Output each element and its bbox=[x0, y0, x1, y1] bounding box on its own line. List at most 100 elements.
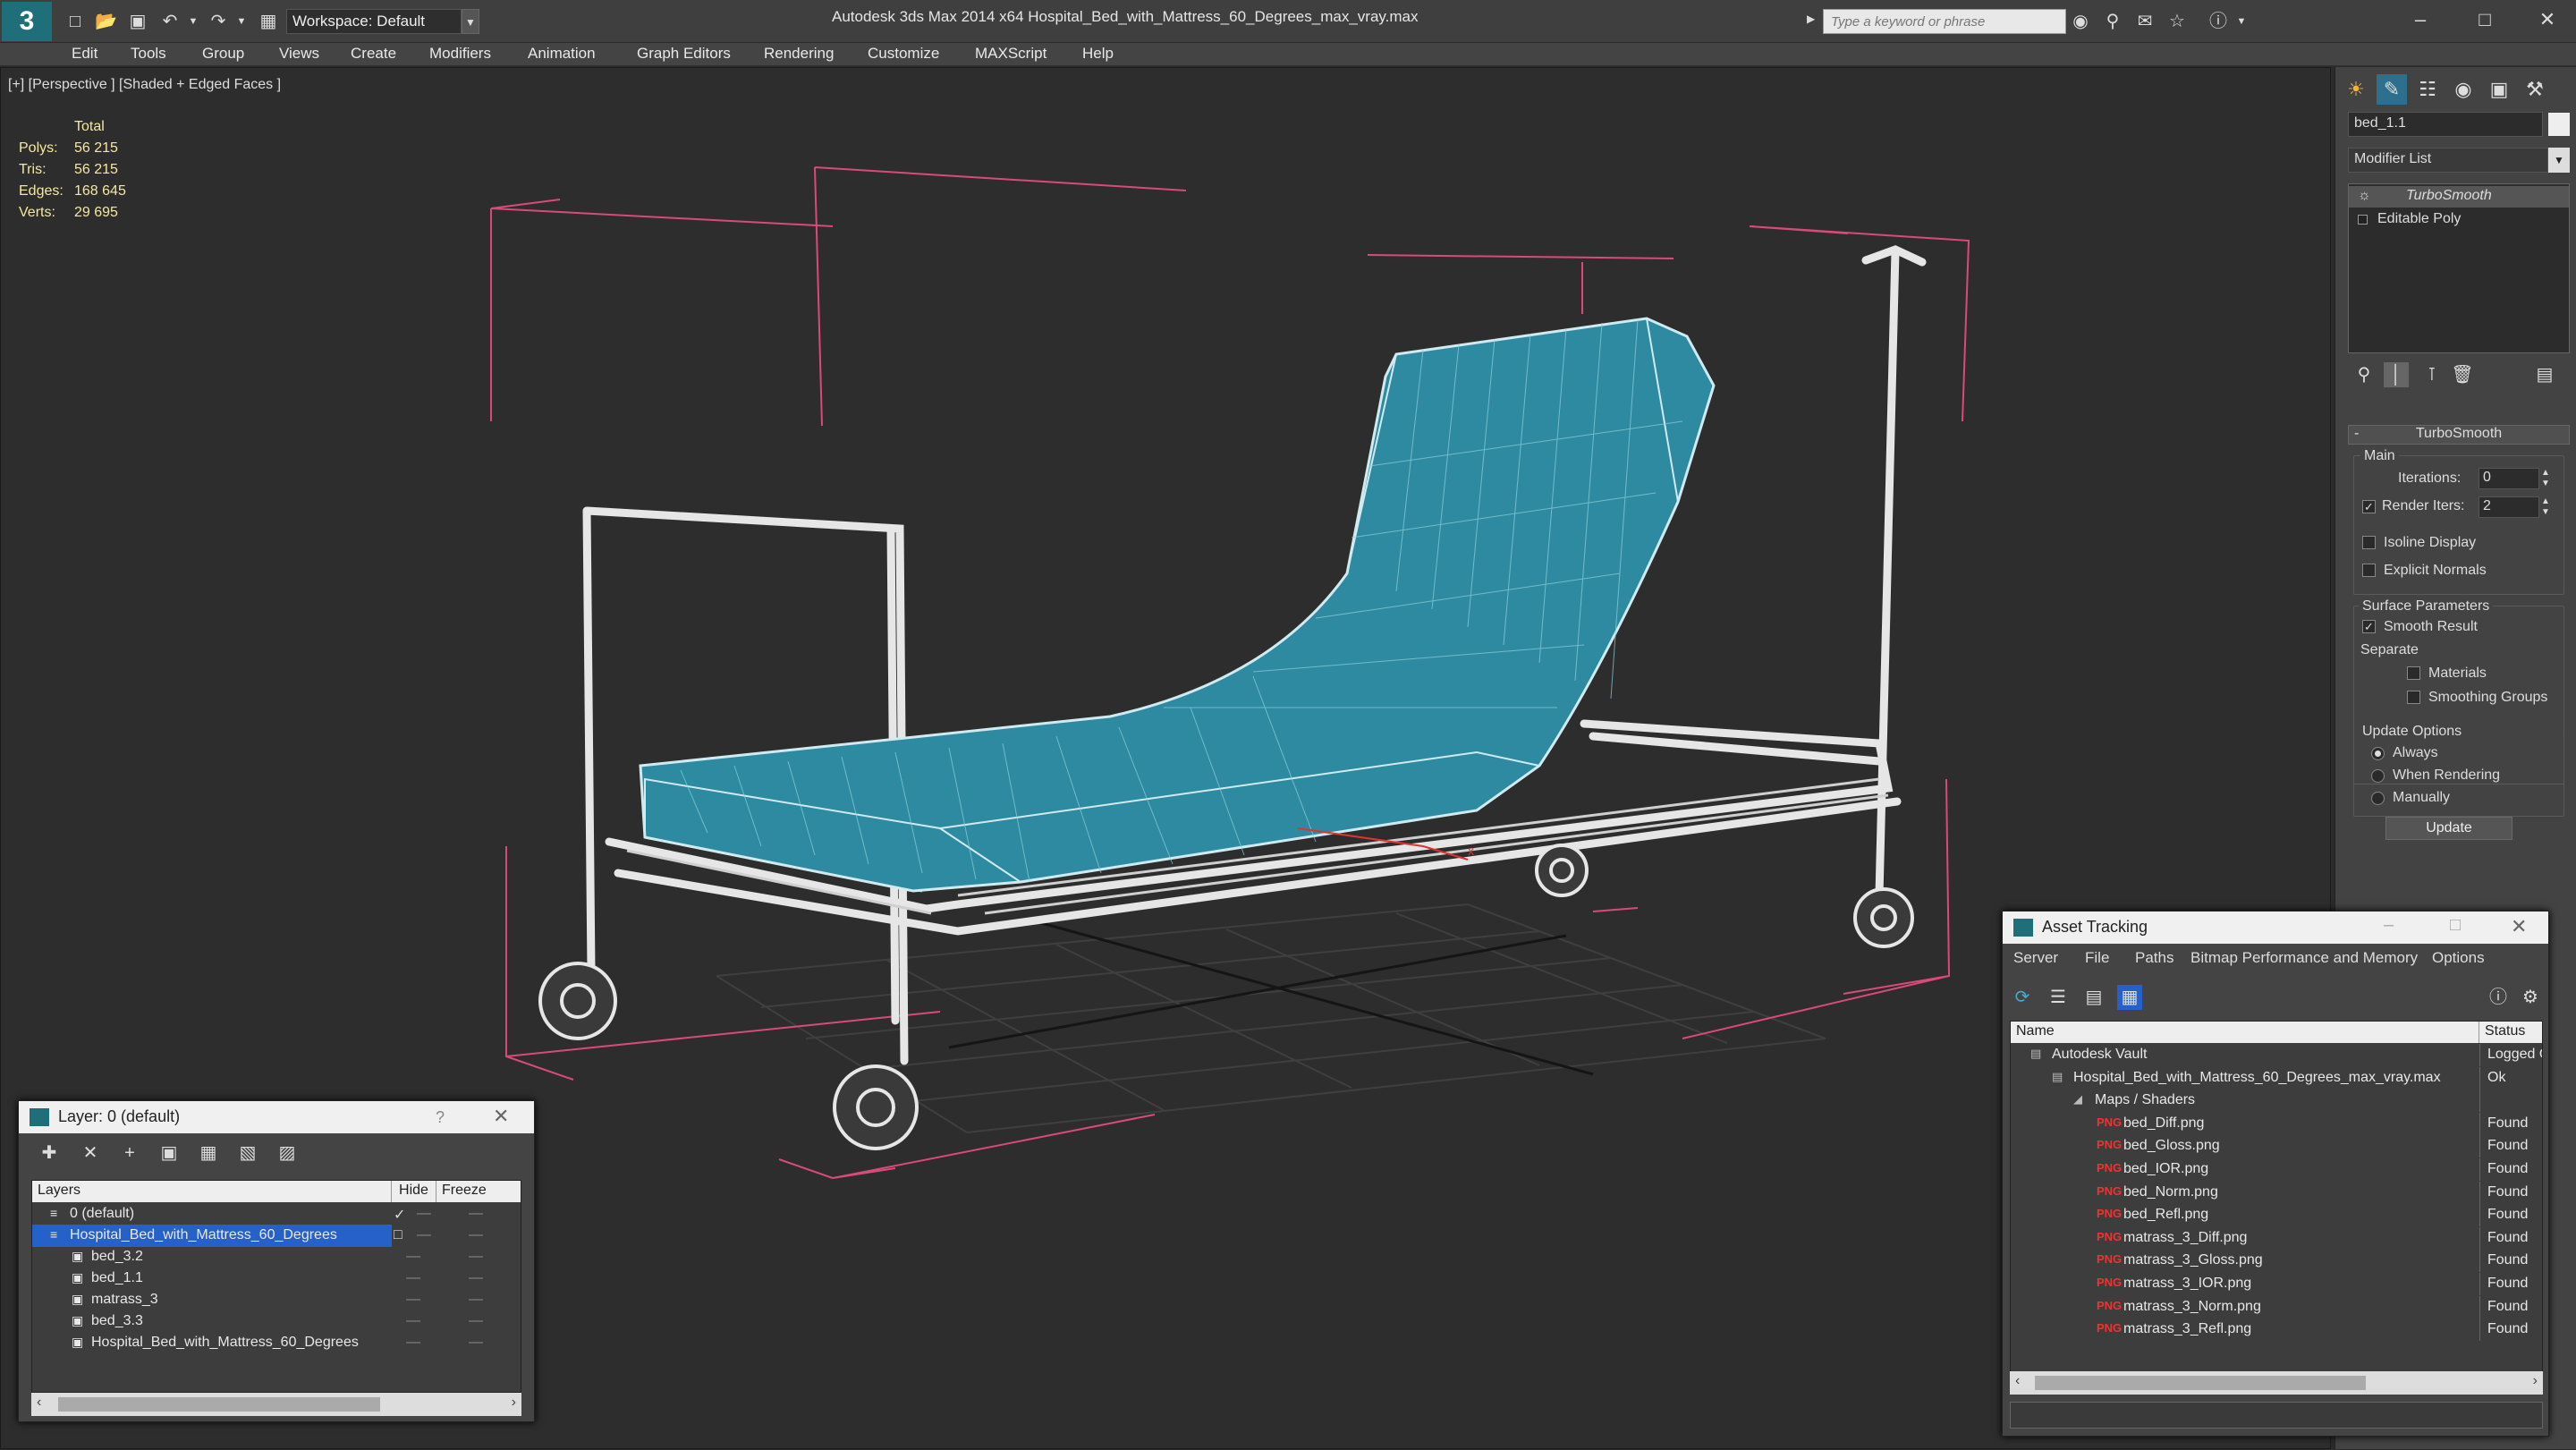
expand-box-icon[interactable] bbox=[2358, 215, 2368, 225]
workspace-select[interactable]: Workspace: Default bbox=[286, 9, 462, 34]
hide-toggle[interactable]: □ bbox=[394, 1227, 402, 1243]
hierarchy-tab-icon[interactable]: ☷ bbox=[2412, 74, 2443, 105]
communication-icon[interactable]: ✉ bbox=[2134, 11, 2156, 32]
hide-all-icon[interactable]: ▧ bbox=[235, 1140, 260, 1166]
layer-row[interactable]: ≡ Hospital_Bed_with_Mattress_60_Degrees □ —… bbox=[32, 1225, 483, 1247]
render-iters-spinner[interactable]: 2 bbox=[2479, 496, 2539, 518]
hide-toggle[interactable]: — bbox=[417, 1206, 431, 1222]
asset-row[interactable]: ◢ Maps / Shaders bbox=[2011, 1090, 2542, 1113]
iterations-spinner[interactable]: 0 bbox=[2479, 468, 2539, 489]
layer-row[interactable]: ≡ 0 (default) ✓ — — bbox=[32, 1203, 521, 1225]
spinner-arrows-icon[interactable]: ▲ ▼ bbox=[2541, 496, 2550, 518]
make-unique-icon[interactable]: ⊺ bbox=[2419, 362, 2445, 387]
asset-row[interactable]: PNG matrass_3_IOR.png Found bbox=[2011, 1273, 2542, 1295]
smooth-result-checkbox[interactable]: ✓ bbox=[2362, 620, 2376, 633]
add-to-layer-icon[interactable]: + bbox=[117, 1140, 142, 1166]
materials-checkbox[interactable] bbox=[2407, 666, 2420, 680]
smoothing-groups-checkbox[interactable] bbox=[2407, 691, 2420, 704]
freeze-toggle[interactable]: — bbox=[469, 1249, 483, 1265]
hide-toggle[interactable]: — bbox=[417, 1227, 431, 1243]
object-name-field[interactable]: bed_1.1 bbox=[2348, 112, 2543, 137]
binoculars-icon[interactable]: ◉ bbox=[2070, 11, 2091, 32]
minimize-icon[interactable]: – bbox=[2394, 4, 2447, 36]
new-file-icon[interactable]: □ bbox=[64, 11, 86, 32]
asset-row[interactable]: PNG bed_IOR.png Found bbox=[2011, 1158, 2542, 1181]
close-icon[interactable]: ✕ bbox=[2511, 915, 2527, 938]
pin-stack-icon[interactable]: ⚲ bbox=[2351, 362, 2377, 387]
horizontal-scrollbar[interactable]: ‹ › bbox=[2010, 1371, 2543, 1395]
asset-row[interactable]: PNG matrass_3_Norm.png Found bbox=[2011, 1295, 2542, 1319]
col-status[interactable]: Status bbox=[2479, 1022, 2542, 1043]
remove-modifier-icon[interactable]: 🗑 bbox=[2450, 362, 2475, 387]
stack-item-turbosmooth[interactable]: ☼ TurboSmooth bbox=[2349, 186, 2569, 208]
hide-toggle[interactable]: ✓ bbox=[394, 1206, 405, 1224]
asset-row[interactable]: PNG bed_Refl.png Found bbox=[2011, 1204, 2542, 1227]
hide-toggle[interactable]: — bbox=[406, 1335, 420, 1351]
spinner-arrows-icon[interactable]: ▲ ▼ bbox=[2541, 468, 2550, 489]
save-icon[interactable]: ▣ bbox=[127, 11, 148, 32]
select-objects-icon[interactable]: ▣ bbox=[157, 1140, 182, 1166]
manually-radio[interactable] bbox=[2371, 792, 2385, 805]
scroll-left-icon[interactable]: ‹ bbox=[2015, 1373, 2020, 1389]
hide-toggle[interactable]: — bbox=[406, 1249, 420, 1265]
menu-views[interactable]: Views bbox=[279, 45, 319, 63]
favorites-star-icon[interactable]: ☆ bbox=[2166, 11, 2188, 32]
list-view-icon[interactable]: ☰ bbox=[2046, 985, 2071, 1010]
scroll-left-icon[interactable]: ‹ bbox=[37, 1395, 41, 1411]
menu-customize[interactable]: Customize bbox=[868, 45, 939, 63]
menu-server[interactable]: Server bbox=[2013, 949, 2058, 967]
asset-row[interactable]: PNG bed_Diff.png Found bbox=[2011, 1112, 2542, 1135]
menu-create[interactable]: Create bbox=[351, 45, 396, 63]
lightbulb-icon[interactable]: ☼ bbox=[2358, 188, 2371, 204]
help-icon[interactable]: ? bbox=[436, 1108, 445, 1127]
help-dropdown-icon[interactable]: ▼ bbox=[2231, 11, 2252, 32]
modify-tab-icon[interactable]: ✎ bbox=[2377, 74, 2407, 105]
asset-window-title-bar[interactable]: Asset Tracking bbox=[2003, 912, 2548, 944]
undo-dropdown-icon[interactable]: ▼ bbox=[182, 11, 204, 32]
scroll-right-icon[interactable]: › bbox=[2533, 1373, 2538, 1389]
freeze-toggle[interactable]: — bbox=[469, 1227, 483, 1243]
menu-tools[interactable]: Tools bbox=[131, 45, 166, 63]
explicit-normals-checkbox[interactable] bbox=[2362, 564, 2376, 577]
help-icon[interactable]: ⓘ bbox=[2207, 11, 2229, 32]
col-layers[interactable]: Layers bbox=[32, 1181, 392, 1202]
configure-sets-icon[interactable]: ▤ bbox=[2532, 362, 2557, 387]
freeze-all-icon[interactable]: ▨ bbox=[275, 1140, 300, 1166]
always-radio[interactable] bbox=[2371, 747, 2385, 760]
search-toggle-icon[interactable]: ▶ bbox=[1807, 13, 1815, 25]
utilities-tab-icon[interactable]: ⚒ bbox=[2520, 74, 2550, 105]
layer-row[interactable]: ▣ bed_3.2 — — bbox=[32, 1246, 521, 1268]
chevron-down-icon[interactable]: ▼ bbox=[2548, 148, 2570, 173]
asset-row[interactable]: PNG matrass_3_Diff.png Found bbox=[2011, 1226, 2542, 1250]
menu-edit[interactable]: Edit bbox=[72, 45, 97, 63]
motion-tab-icon[interactable]: ◉ bbox=[2448, 74, 2479, 105]
hide-toggle[interactable]: — bbox=[406, 1270, 420, 1286]
scroll-thumb[interactable] bbox=[58, 1397, 380, 1412]
horizontal-scrollbar[interactable]: ‹ › bbox=[31, 1393, 521, 1416]
menu-animation[interactable]: Animation bbox=[528, 45, 596, 63]
redo-icon[interactable]: ↷ bbox=[208, 11, 229, 32]
close-icon[interactable]: ✕ bbox=[2521, 4, 2574, 36]
redo-dropdown-icon[interactable]: ▼ bbox=[231, 11, 252, 32]
rollout-collapse-icon[interactable]: - bbox=[2354, 426, 2359, 442]
menu-help[interactable]: Help bbox=[1082, 45, 1114, 63]
subscription-icon[interactable]: ⚲ bbox=[2102, 11, 2123, 32]
update-button[interactable]: Update bbox=[2385, 817, 2512, 840]
menu-modifiers[interactable]: Modifiers bbox=[429, 45, 491, 63]
tree-view-icon[interactable]: ▤ bbox=[2081, 985, 2106, 1010]
chevron-down-icon[interactable]: ▼ bbox=[462, 9, 479, 34]
search-input[interactable]: Type a keyword or phrase bbox=[1823, 9, 2066, 34]
delete-layer-icon[interactable]: ✕ bbox=[78, 1140, 103, 1166]
col-hide[interactable]: Hide bbox=[392, 1181, 436, 1202]
layer-row[interactable]: ▣ bed_1.1 — — bbox=[32, 1268, 521, 1290]
when-rendering-radio[interactable] bbox=[2371, 769, 2385, 783]
freeze-toggle[interactable]: — bbox=[469, 1335, 483, 1351]
freeze-toggle[interactable]: — bbox=[469, 1313, 483, 1329]
menu-graph-editors[interactable]: Graph Editors bbox=[637, 45, 731, 63]
asset-row[interactable]: PNG bed_Norm.png Found bbox=[2011, 1181, 2542, 1204]
undo-icon[interactable]: ↶ bbox=[159, 11, 181, 32]
table-view-icon[interactable]: ▦ bbox=[2117, 985, 2142, 1010]
maximize-icon[interactable]: □ bbox=[2450, 915, 2461, 936]
freeze-toggle[interactable]: — bbox=[469, 1292, 483, 1308]
asset-row[interactable]: PNG matrass_3_Refl.png Found bbox=[2011, 1319, 2542, 1342]
